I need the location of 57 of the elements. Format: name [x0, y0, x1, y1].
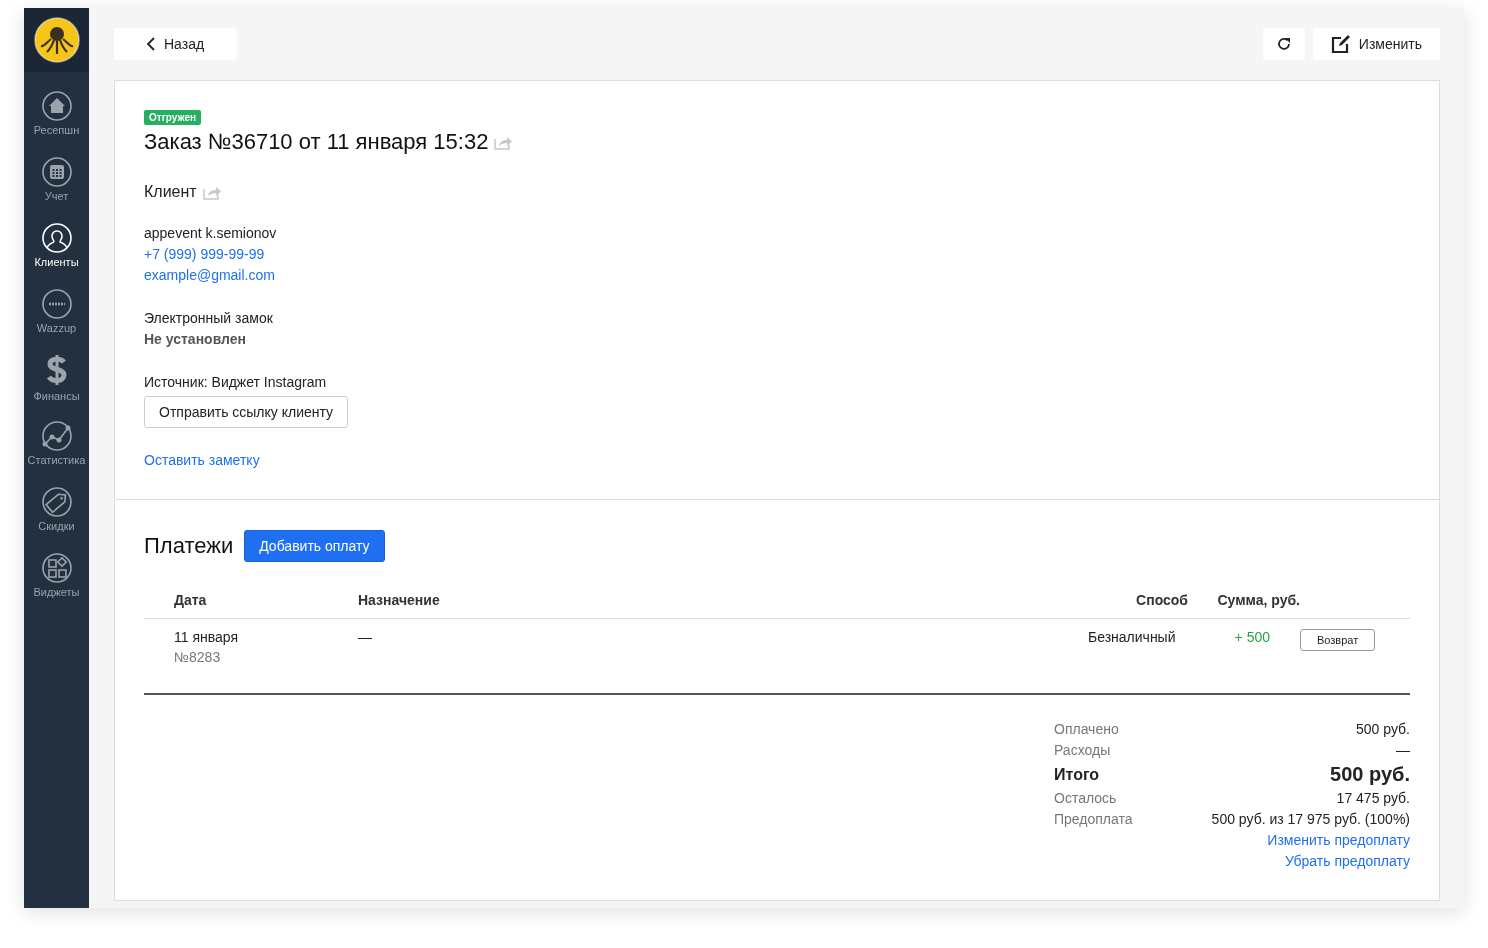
summary-value: 17 475 руб. — [1336, 789, 1410, 808]
email-link[interactable]: example@gmail.com — [144, 265, 275, 286]
refresh-icon — [1275, 36, 1292, 52]
table-cell: — — [358, 629, 372, 645]
send-link-button[interactable]: Отправить ссылку клиенту — [144, 396, 349, 428]
column-header: Сумма, руб. — [1217, 592, 1300, 608]
refresh-button[interactable] — [1262, 28, 1305, 60]
calendar-icon — [40, 156, 73, 188]
column-header: Способ — [1136, 592, 1188, 608]
prepayment-link[interactable]: Убрать предоплату — [1284, 851, 1410, 872]
person-icon — [40, 222, 73, 254]
house-icon — [40, 90, 73, 122]
widgets-icon — [40, 552, 73, 584]
summary-value: 500 руб. — [1356, 720, 1410, 739]
column-header: Назначение — [358, 592, 440, 608]
client-name: appevent k.semionov — [144, 224, 277, 243]
status-badge: Отгружен — [144, 110, 202, 125]
chart-icon — [40, 420, 73, 452]
column-header: Дата — [174, 592, 207, 608]
sidebar-item[interactable]: Учет — [24, 146, 89, 212]
edit-button[interactable]: Изменить — [1312, 28, 1440, 60]
add-payment-button[interactable]: Добавить оплату — [244, 530, 385, 562]
amount-cell: + 500 — [1234, 629, 1270, 645]
order-title: Заказ №36710 от 11 января 15:32 — [144, 129, 489, 155]
payments-heading: Платежи — [144, 533, 234, 559]
table-cell: Безналичный — [1088, 629, 1176, 645]
badge-icon — [40, 288, 73, 320]
chevron-left-icon — [146, 37, 156, 51]
refund-button[interactable]: Возврат — [1300, 629, 1376, 651]
back-button[interactable]: Назад — [114, 28, 237, 60]
sidebar-item[interactable]: Финансы — [24, 344, 89, 410]
summary-value: — — [1396, 741, 1410, 760]
summary-label: Предоплата — [1054, 810, 1133, 829]
prepayment-link[interactable]: Изменить предоплату — [1267, 830, 1410, 851]
lock-value: Не установлен — [144, 330, 247, 349]
phone-link[interactable]: +7 (999) 999-99-99 — [144, 244, 265, 265]
summary-label: Осталось — [1054, 789, 1117, 808]
sidebar-item[interactable]: Ресепшн — [24, 80, 89, 146]
summary-label: Расходы — [1054, 741, 1111, 760]
octopus-logo[interactable] — [33, 17, 80, 63]
note-link[interactable]: Оставить заметку — [144, 450, 260, 471]
summary-label: Итого — [1054, 765, 1100, 785]
sidebar-item[interactable]: Wazzup — [24, 278, 89, 344]
summary-label: Оплачено — [1054, 720, 1119, 739]
lock-label: Электронный замок — [144, 309, 273, 328]
tag-icon — [40, 486, 73, 518]
summary-value: 500 руб. — [1330, 762, 1410, 787]
sidebar-item[interactable]: Статистика — [24, 410, 89, 476]
sidebar-item[interactable]: Скидки — [24, 476, 89, 542]
sidebar-item[interactable]: Виджеты — [24, 542, 89, 608]
source-text: Источник: Виджет Instagram — [144, 373, 327, 392]
sidebar-item[interactable]: Клиенты — [24, 212, 89, 278]
payment-number: №8283 — [174, 649, 222, 665]
table-cell-text: 11 января — [174, 629, 239, 645]
client-heading: Клиент — [144, 183, 197, 201]
edit-icon — [1330, 34, 1351, 54]
summary-value: 500 руб. из 17 975 руб. (100%) — [1211, 810, 1410, 829]
